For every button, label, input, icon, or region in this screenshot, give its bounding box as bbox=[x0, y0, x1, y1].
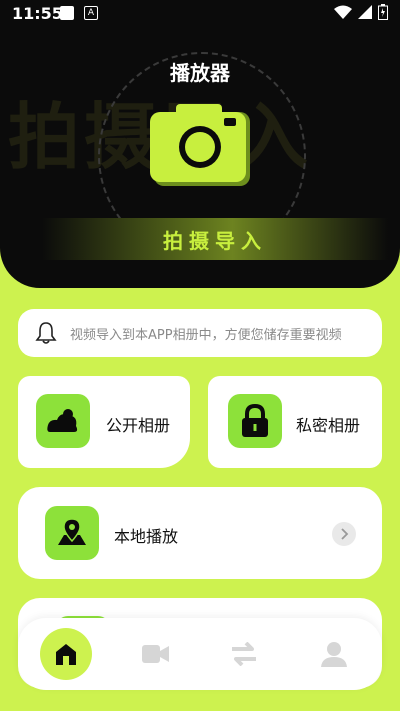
bell-icon bbox=[35, 322, 57, 344]
nav-transfer[interactable] bbox=[218, 628, 270, 680]
status-icons bbox=[334, 4, 388, 20]
user-icon bbox=[321, 642, 347, 667]
video-icon bbox=[142, 645, 169, 663]
signal-icon bbox=[358, 5, 372, 19]
notice-bar: 视频导入到本APP相册中，方便您储存重要视频 bbox=[18, 309, 382, 357]
lock-icon-box bbox=[228, 394, 282, 448]
private-album-card[interactable]: 私密相册 bbox=[208, 376, 382, 468]
nav-video[interactable] bbox=[130, 628, 182, 680]
private-album-label: 私密相册 bbox=[296, 416, 361, 435]
transfer-icon bbox=[232, 642, 256, 666]
nav-home[interactable] bbox=[40, 628, 92, 680]
nav-user[interactable] bbox=[308, 628, 360, 680]
camera-button[interactable] bbox=[150, 104, 252, 190]
chevron-right-icon[interactable] bbox=[332, 522, 356, 546]
header: 11:55 A 拍摄导入 播放器 拍摄导入 bbox=[0, 0, 400, 288]
battery-icon bbox=[378, 4, 388, 20]
camera-icon bbox=[150, 104, 250, 186]
photo-icon-box bbox=[36, 394, 90, 448]
bottom-nav bbox=[18, 618, 382, 690]
public-album-label: 公开相册 bbox=[106, 416, 171, 435]
local-play-card[interactable]: 本地播放 bbox=[18, 487, 382, 579]
map-icon-box bbox=[45, 506, 99, 560]
notification-icon bbox=[60, 6, 74, 20]
public-album-card[interactable]: 公开相册 bbox=[18, 376, 190, 468]
notice-text: 视频导入到本APP相册中，方便您储存重要视频 bbox=[70, 327, 342, 343]
map-pin-icon bbox=[58, 518, 86, 545]
status-time: 11:55 bbox=[12, 4, 63, 23]
wifi-icon bbox=[334, 5, 352, 19]
lock-icon bbox=[242, 404, 268, 437]
page-title: 播放器 bbox=[170, 61, 230, 85]
capture-import-button[interactable]: 拍摄导入 bbox=[42, 218, 388, 260]
home-icon bbox=[56, 644, 76, 665]
cloud-photo-icon bbox=[47, 409, 78, 432]
status-bar: 11:55 A bbox=[0, 0, 400, 28]
status-badge: A bbox=[84, 6, 98, 20]
local-play-label: 本地播放 bbox=[114, 527, 179, 546]
